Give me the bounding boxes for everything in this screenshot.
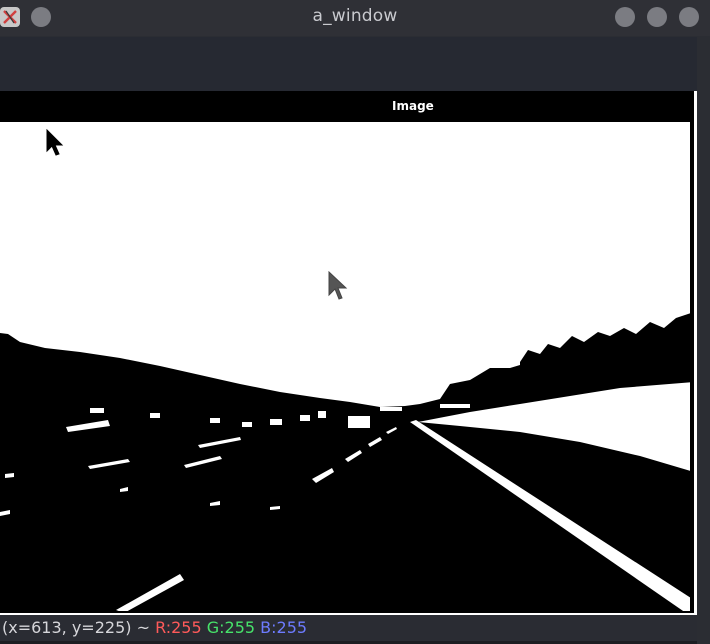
close-button[interactable] [679,7,699,27]
image-header: Image [0,91,694,122]
pixel-info: (x=613, y=225) ~ R:255 G:255 B:255 [2,618,307,637]
green-value: G:255 [206,618,256,637]
window-title: a_window [312,6,398,26]
cursor-icon [46,129,64,156]
maximize-button[interactable] [647,7,667,27]
toolbar [0,37,697,91]
title-bar: a_window [0,0,710,36]
image-canvas[interactable] [0,122,694,613]
binary-road-image [0,122,694,613]
cursor-coordinates: (x=613, y=225) ~ [2,618,150,637]
cursor-icon [328,271,348,300]
blue-value: B:255 [260,618,308,637]
status-bar: (x=613, y=225) ~ R:255 G:255 B:255 [0,615,697,644]
window-edge [697,36,710,644]
red-value: R:255 [155,618,202,637]
minimize-button[interactable] [615,7,635,27]
image-panel: Image [0,91,697,615]
image-label: Image [392,99,434,113]
